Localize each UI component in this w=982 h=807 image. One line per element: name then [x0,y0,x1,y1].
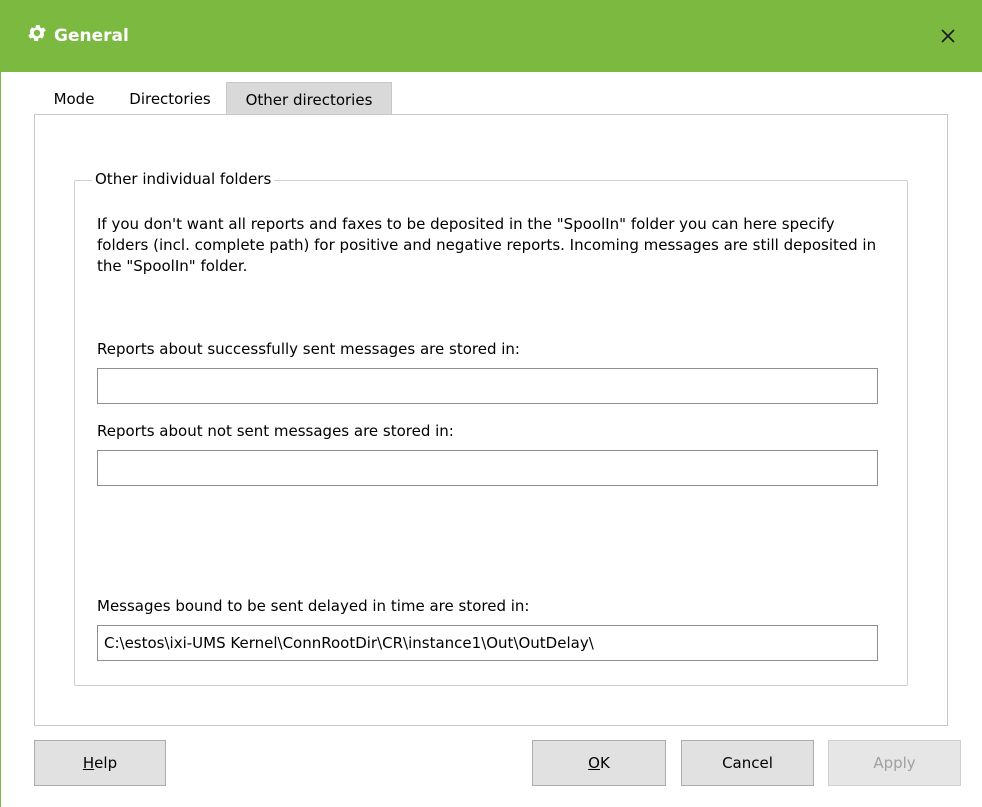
delayed-messages-input[interactable] [97,625,878,661]
ok-label: K [599,754,610,772]
close-icon[interactable] [934,22,962,50]
success-reports-input[interactable] [97,368,878,404]
apply-button[interactable]: Apply [828,740,961,786]
delayed-messages-label: Messages bound to be sent delayed in tim… [97,597,530,615]
tab-mode[interactable]: Mode [34,82,114,115]
notsent-reports-input[interactable] [97,450,878,486]
help-button[interactable]: Help [34,740,166,786]
tab-other-directories[interactable]: Other directories [226,82,392,115]
notsent-reports-label: Reports about not sent messages are stor… [97,422,454,440]
window-title: General [54,26,129,46]
description-text: If you don't want all reports and faxes … [97,215,877,275]
gear-icon [28,25,46,41]
ok-button[interactable]: OK [532,740,666,786]
ok-mnemonic: O [588,754,600,772]
title-bar: General [0,0,982,72]
tab-directories[interactable]: Directories [114,82,226,115]
cancel-button[interactable]: Cancel [681,740,814,786]
window-border [0,72,1,807]
help-label: elp [94,754,118,772]
groupbox-legend: Other individual folders [92,170,275,188]
success-reports-label: Reports about successfully sent messages… [97,340,520,358]
help-mnemonic: H [82,754,95,772]
